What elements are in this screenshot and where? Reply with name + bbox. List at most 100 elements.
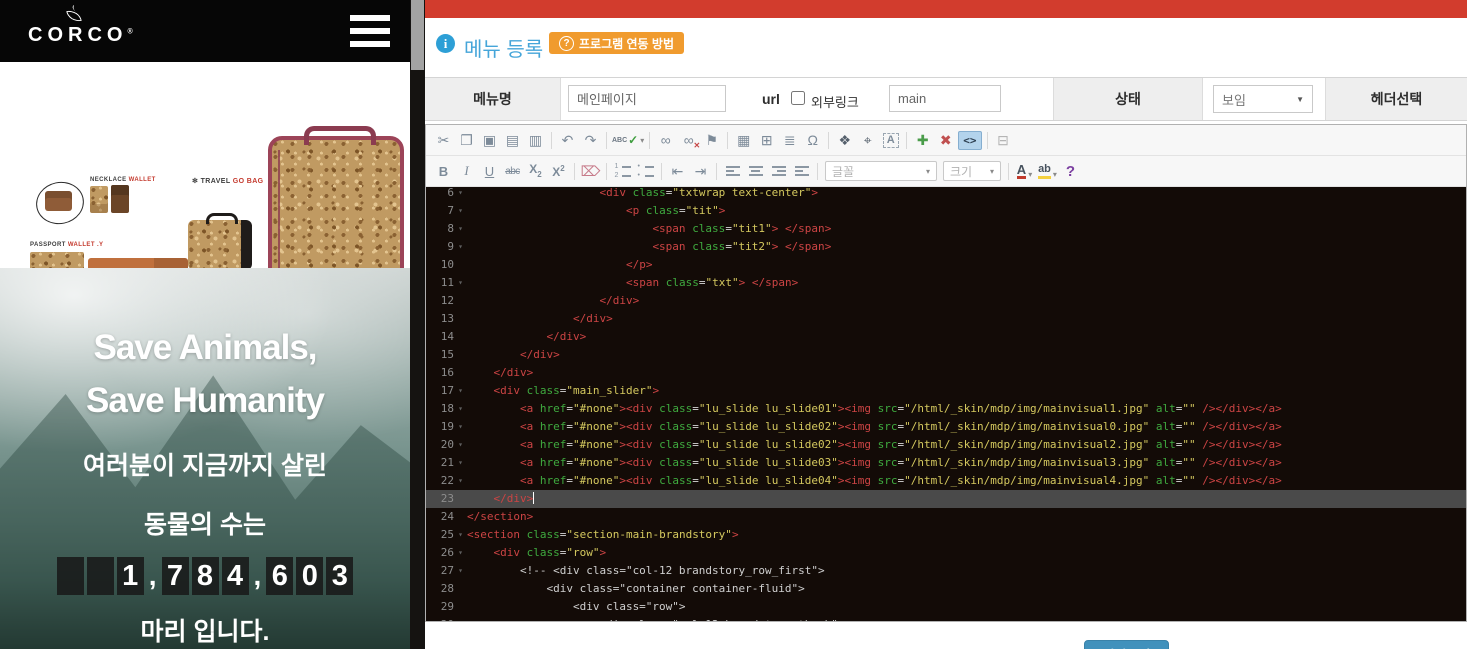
necklace-wallet-image[interactable] — [45, 191, 72, 211]
tag-remove-icon[interactable]: ✖ — [935, 130, 956, 151]
align-left-icon[interactable] — [722, 161, 743, 182]
print-icon[interactable]: ⊟ — [993, 130, 1014, 151]
counter-digit-box: 3 — [326, 557, 353, 595]
find-icon[interactable]: ⌖ — [857, 130, 878, 151]
font-select[interactable]: 글꼴▾ — [825, 161, 937, 181]
code-line-26[interactable]: 26▾ <div class="row"> — [426, 544, 1466, 562]
code-line-14[interactable]: 14 </div> — [426, 328, 1466, 346]
toolbar-separator — [828, 132, 829, 149]
animal-counter: 1,784,603 — [0, 557, 410, 595]
help-icon[interactable]: ? — [1060, 161, 1081, 182]
bold-button[interactable]: B — [433, 161, 454, 182]
numbered-list-icon[interactable]: 12 — [612, 161, 633, 182]
hline-icon[interactable]: ≣ — [779, 130, 800, 151]
link-icon[interactable]: ∞ — [655, 130, 676, 151]
counter-digit-box — [57, 557, 84, 595]
code-line-11[interactable]: 11▾ <span class="txt"> </span> — [426, 274, 1466, 292]
product-slider: NECKLACE WALLET PASSPORT WALLET .Y ✻ TRA… — [0, 62, 410, 268]
code-line-9[interactable]: 9▾ <span class="tit2"> </span> — [426, 238, 1466, 256]
underline-button[interactable]: U — [479, 161, 500, 182]
redo-icon[interactable]: ↷ — [580, 130, 601, 151]
code-line-15[interactable]: 15 </div> — [426, 346, 1466, 364]
program-link-help-button[interactable]: ? 프로그램 연동 방법 — [549, 32, 684, 54]
status-select[interactable]: 보임 ▼ — [1213, 85, 1313, 113]
admin-topbar — [425, 0, 1467, 18]
menu-name-input[interactable] — [568, 85, 726, 112]
preview-scrollbar[interactable] — [410, 0, 425, 649]
code-line-16[interactable]: 16 </div> — [426, 364, 1466, 382]
toolbar-separator — [551, 132, 552, 149]
paste-text-icon[interactable]: ▤ — [502, 130, 523, 151]
code-line-30[interactable]: 30 <div class="col-12 brandstory_thumb"> — [426, 616, 1466, 621]
code-line-24[interactable]: 24</section> — [426, 508, 1466, 526]
logo-text: CORCO® — [28, 24, 133, 46]
tag-add-icon[interactable]: ✚ — [912, 130, 933, 151]
text-color-icon[interactable]: A▾ — [1014, 161, 1035, 182]
bg-color-icon[interactable]: ab▾ — [1037, 161, 1058, 182]
code-line-8[interactable]: 8▾ <span class="tit1"> </span> — [426, 220, 1466, 238]
code-line-18[interactable]: 18▾ <a href="#none"><div class="lu_slide… — [426, 400, 1466, 418]
code-line-29[interactable]: 29 <div class="row"> — [426, 598, 1466, 616]
spellcheck-icon[interactable]: ABC✓▾ — [612, 130, 644, 151]
unlink-icon[interactable]: ∞✕ — [678, 130, 699, 151]
code-line-6[interactable]: 6▾ <div class="txtwrap text-center"> — [426, 187, 1466, 202]
scrollbar-thumb[interactable] — [411, 0, 424, 70]
code-line-19[interactable]: 19▾ <a href="#none"><div class="lu_slide… — [426, 418, 1466, 436]
url-input[interactable] — [889, 85, 1001, 112]
code-line-22[interactable]: 22▾ <a href="#none"><div class="lu_slide… — [426, 472, 1466, 490]
code-line-7[interactable]: 7▾ <p class="tit"> — [426, 202, 1466, 220]
copy-icon[interactable]: ❐ — [456, 130, 477, 151]
align-right-icon[interactable] — [768, 161, 789, 182]
undo-icon[interactable]: ↶ — [557, 130, 578, 151]
align-center-icon[interactable] — [745, 161, 766, 182]
selectall-icon[interactable]: A — [880, 130, 901, 151]
question-icon: ? — [559, 36, 574, 51]
external-link-label: 외부링크 — [811, 92, 859, 111]
code-line-21[interactable]: 21▾ <a href="#none"><div class="lu_slide… — [426, 454, 1466, 472]
paste-icon[interactable]: ▣ — [479, 130, 500, 151]
code-line-28[interactable]: 28 <div class="container container-fluid… — [426, 580, 1466, 598]
toolbar-separator — [661, 163, 662, 180]
subscript-button[interactable]: X2 — [525, 161, 546, 182]
counter-digit-box: 7 — [162, 557, 189, 595]
code-line-20[interactable]: 20▾ <a href="#none"><div class="lu_slide… — [426, 436, 1466, 454]
page-title: 메뉴 등록 — [464, 33, 543, 62]
outdent-icon[interactable]: ⇤ — [667, 161, 688, 182]
bulleted-list-icon[interactable]: •• — [635, 161, 656, 182]
size-select[interactable]: 크기▾ — [943, 161, 1001, 181]
site-preview-panel: CORCO® NECKLACE WALLET PASSPORT WALLET .… — [0, 0, 410, 649]
code-line-10[interactable]: 10 </p> — [426, 256, 1466, 274]
strike-button[interactable]: abc — [502, 161, 523, 182]
code-line-27[interactable]: 27▾ <!-- <div class="col-12 brandstory_r… — [426, 562, 1466, 580]
toolbar-separator — [606, 132, 607, 149]
image-icon[interactable]: ▦ — [733, 130, 754, 151]
superscript-button[interactable]: X2 — [548, 161, 569, 182]
hero-banner: Save Animals, Save Humanity 여러분이 지금까지 살린… — [0, 268, 410, 649]
maximize-icon[interactable]: ❖ — [834, 130, 855, 151]
cut-icon[interactable]: ✂ — [433, 130, 454, 151]
anchor-icon[interactable]: ⚑ — [701, 130, 722, 151]
code-line-12[interactable]: 12 </div> — [426, 292, 1466, 310]
brown-wallet-image[interactable] — [111, 185, 129, 213]
code-line-23[interactable]: 23 </div> — [426, 490, 1466, 508]
toolbar-separator — [649, 132, 650, 149]
site-logo[interactable]: CORCO® — [28, 8, 118, 46]
paste-word-icon[interactable]: ▥ — [525, 130, 546, 151]
preview-save-button[interactable]: 미리보기 — [1084, 640, 1169, 649]
removeformat-icon[interactable]: ⌦ — [580, 161, 601, 182]
code-line-17[interactable]: 17▾ <div class="main_slider"> — [426, 382, 1466, 400]
code-line-13[interactable]: 13 </div> — [426, 310, 1466, 328]
source-code-area[interactable]: 6▾ <div class="txtwrap text-center">7▾ <… — [426, 187, 1466, 621]
external-link-checkbox[interactable] — [791, 91, 805, 105]
source-button[interactable]: <> — [958, 130, 981, 151]
indent-icon[interactable]: ⇥ — [690, 161, 711, 182]
small-backpack-image[interactable] — [188, 220, 252, 270]
hamburger-menu-icon[interactable] — [350, 15, 390, 47]
table-icon[interactable]: ⊞ — [756, 130, 777, 151]
code-line-25[interactable]: 25▾<section class="section-main-brandsto… — [426, 526, 1466, 544]
hero-tail-text: 마리 입니다. — [0, 612, 410, 648]
cork-wallet-image[interactable] — [90, 186, 108, 213]
italic-button[interactable]: I — [456, 161, 477, 182]
specialchar-icon[interactable]: Ω — [802, 130, 823, 151]
align-justify-icon[interactable] — [791, 161, 812, 182]
